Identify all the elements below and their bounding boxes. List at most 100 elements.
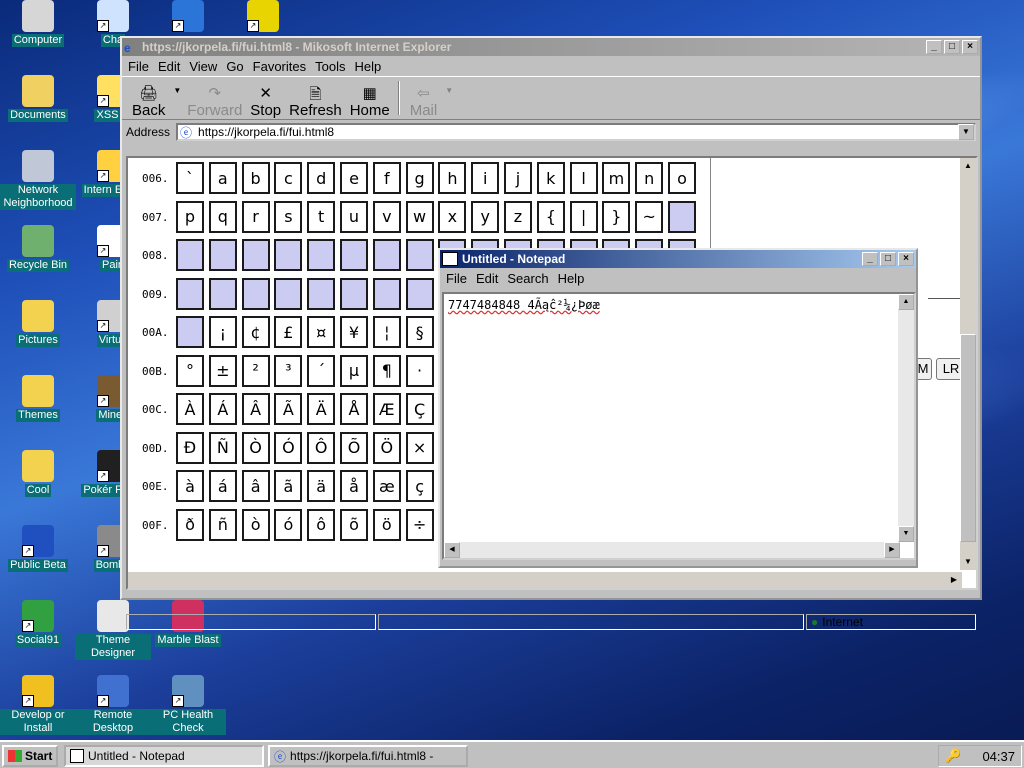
ie-menu-file[interactable]: File [128, 59, 149, 74]
char-cell[interactable]: £ [274, 316, 303, 348]
maximize-button[interactable]: □ [944, 40, 960, 54]
char-cell[interactable]: Ð [176, 431, 204, 464]
desktop-icon[interactable]: ↗ PC Health Check [150, 675, 226, 735]
char-cell[interactable]: Ó [274, 431, 303, 464]
ie-menu-favorites[interactable]: Favorites [253, 59, 306, 74]
scroll-down-icon[interactable]: ▼ [960, 554, 976, 570]
char-cell[interactable] [340, 239, 368, 271]
char-cell[interactable]: · [405, 354, 434, 387]
desktop-icon[interactable]: Computer [0, 0, 76, 47]
horizontal-scrollbar[interactable]: ▶ [128, 572, 962, 588]
char-cell[interactable]: i [471, 162, 500, 194]
mail-button[interactable]: ⇦ Mail [410, 84, 438, 119]
notepad-minimize-button[interactable]: _ [862, 252, 878, 266]
char-cell[interactable]: u [340, 200, 368, 233]
task-notepad[interactable]: Untitled - Notepad [64, 745, 264, 767]
scroll-right-icon[interactable]: ▶ [946, 572, 962, 588]
char-cell[interactable]: y [471, 200, 500, 233]
char-cell[interactable]: m [602, 162, 631, 194]
char-cell[interactable]: z [504, 200, 532, 233]
char-cell[interactable]: Á [208, 393, 237, 425]
ie-menu-view[interactable]: View [189, 59, 217, 74]
home-button[interactable]: ▦ Home [350, 84, 390, 119]
char-cell[interactable]: q [208, 200, 237, 233]
char-cell[interactable]: ò [241, 508, 270, 541]
vertical-scrollbar[interactable]: ▲ ▼ [960, 158, 976, 570]
minimize-button[interactable]: _ [926, 40, 942, 54]
desktop-icon[interactable]: Documents [0, 75, 76, 122]
char-cell[interactable]: n [635, 162, 664, 194]
mail-dropdown-icon[interactable]: ▼ [445, 86, 453, 95]
char-cell[interactable]: ¥ [340, 316, 368, 348]
char-cell[interactable]: ñ [208, 508, 237, 541]
notepad-menu-search[interactable]: Search [507, 271, 548, 286]
char-cell[interactable]: ã [274, 470, 303, 502]
desktop-icon[interactable]: Network Neighborhood [0, 150, 76, 210]
scroll-up-icon[interactable]: ▲ [960, 158, 976, 174]
char-cell[interactable]: ä [307, 470, 336, 502]
char-cell[interactable] [307, 277, 336, 310]
char-cell[interactable] [372, 277, 401, 310]
char-cell[interactable] [176, 239, 204, 271]
char-cell[interactable]: ¢ [241, 316, 270, 348]
task-ie[interactable]: ⓔ https://jkorpela.fi/fui.html8 - [268, 745, 468, 767]
char-cell[interactable]: × [405, 431, 434, 464]
char-cell[interactable]: Ã [274, 393, 303, 425]
address-dropdown-icon[interactable]: ▼ [958, 124, 974, 140]
char-cell[interactable]: a [208, 162, 237, 194]
char-cell[interactable]: õ [340, 508, 368, 541]
desktop-icon[interactable]: ↗ Social91 [0, 600, 76, 647]
char-cell[interactable] [372, 239, 401, 271]
char-cell[interactable]: å [340, 470, 368, 502]
char-cell[interactable]: ´ [307, 354, 336, 387]
char-cell[interactable]: ¶ [372, 354, 401, 387]
ie-menu-edit[interactable]: Edit [158, 59, 180, 74]
notepad-menu-edit[interactable]: Edit [476, 271, 498, 286]
scroll-thumb[interactable] [960, 334, 976, 542]
tray-key-icon[interactable]: 🔑 [945, 748, 961, 764]
back-button[interactable]: 🖨 Back [132, 84, 165, 119]
back-dropdown-icon[interactable]: ▼ [173, 86, 181, 95]
char-cell[interactable]: ó [274, 508, 303, 541]
char-cell[interactable]: ~ [635, 200, 664, 233]
np-scroll-up-icon[interactable]: ▲ [898, 294, 914, 310]
char-cell[interactable]: Ä [307, 393, 336, 425]
char-cell[interactable]: µ [340, 354, 368, 387]
notepad-close-button[interactable]: × [898, 252, 914, 266]
notepad-titlebar[interactable]: Untitled - Notepad _ □ × [440, 250, 916, 268]
char-cell[interactable]: ° [176, 354, 204, 387]
char-cell[interactable]: â [241, 470, 270, 502]
char-cell[interactable]: æ [372, 470, 401, 502]
char-cell[interactable]: p [176, 200, 204, 233]
char-cell[interactable] [405, 277, 434, 310]
desktop-icon[interactable]: ↗ Remote Desktop [75, 675, 151, 735]
char-cell[interactable] [405, 239, 434, 271]
desktop-icon[interactable]: ↗ [150, 0, 226, 34]
desktop-icon[interactable]: Themes [0, 375, 76, 422]
char-cell[interactable]: f [372, 162, 401, 194]
char-cell[interactable]: | [569, 200, 598, 233]
desktop-icon[interactable]: Recycle Bin [0, 225, 76, 272]
ie-menu-tools[interactable]: Tools [315, 59, 345, 74]
ie-menu-help[interactable]: Help [354, 59, 381, 74]
np-scroll-left-icon[interactable]: ◀ [444, 542, 460, 558]
char-cell[interactable]: ð [176, 508, 204, 541]
notepad-hscroll[interactable]: ◀ ▶ [444, 542, 900, 558]
notepad-menu-help[interactable]: Help [558, 271, 585, 286]
desktop-icon[interactable]: ↗ Develop or Install [0, 675, 76, 735]
char-cell[interactable] [241, 239, 270, 271]
stop-button[interactable]: ✕ Stop [250, 84, 281, 119]
char-cell[interactable]: k [536, 162, 565, 194]
char-cell[interactable] [307, 239, 336, 271]
char-cell[interactable]: á [208, 470, 237, 502]
char-cell[interactable]: Ö [372, 431, 401, 464]
np-scroll-right-icon[interactable]: ▶ [884, 542, 900, 558]
forward-button[interactable]: ↷ Forward [187, 84, 242, 119]
char-cell[interactable]: Ò [241, 431, 270, 464]
char-cell[interactable]: w [405, 200, 434, 233]
char-cell[interactable]: x [438, 200, 467, 233]
char-cell[interactable]: ô [307, 508, 336, 541]
close-button[interactable]: × [962, 40, 978, 54]
address-input[interactable]: ⓔ https://jkorpela.fi/fui.html8 ▼ [176, 123, 976, 141]
char-cell[interactable]: g [405, 162, 434, 194]
